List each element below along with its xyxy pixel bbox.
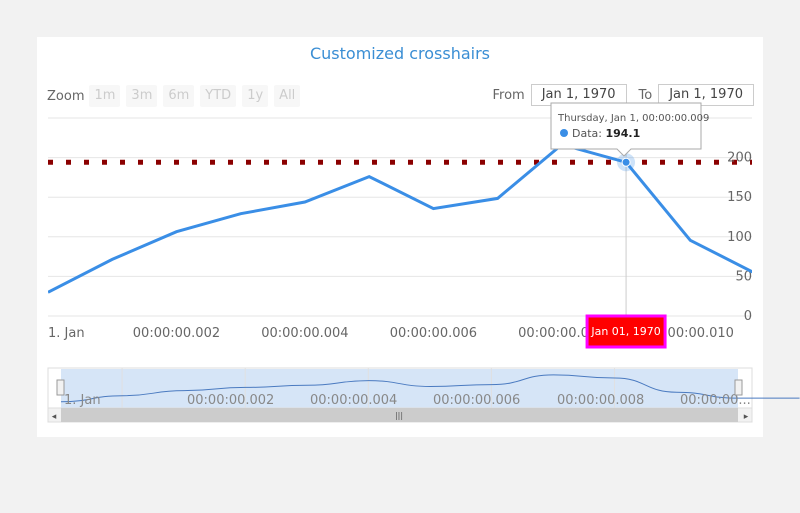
scrollbar-grip-icon: |||: [395, 411, 403, 420]
scroll-right-icon[interactable]: ▸: [744, 412, 749, 422]
svg-text:Data: 194.1: Data: 194.1: [572, 127, 640, 140]
data-point[interactable]: [621, 157, 631, 167]
tooltip: Thursday, Jan 1, 00:00:00.009 Data: 194.…: [550, 102, 709, 157]
y-tick-label: 0: [744, 309, 752, 324]
crosshair-label-text: Jan 01, 1970: [590, 325, 660, 338]
y-tick-label: 100: [727, 230, 752, 245]
x-tick-label: 00:00:00.006: [390, 326, 477, 341]
y-tick-label: 200: [727, 151, 752, 166]
tooltip-header: Thursday, Jan 1, 00:00:00.009: [557, 113, 709, 124]
tooltip-value: 194.1: [605, 127, 640, 140]
scroll-left-icon[interactable]: ◂: [52, 412, 57, 422]
navigator-right-handle[interactable]: [734, 379, 743, 396]
scrollbar[interactable]: ||| ◂ ▸: [47, 407, 753, 423]
x-tick-label: 00:00:00.002: [133, 326, 220, 341]
navigator-tick-label: 00:00:00.004: [310, 393, 397, 408]
navigator-tick-label: 1. Jan: [64, 393, 101, 408]
tooltip-series-name: Data: [572, 127, 598, 140]
y-tick-label: 150: [727, 190, 752, 205]
x-tick-label: 00:00:00.004: [261, 326, 348, 341]
navigator-left-handle[interactable]: [56, 379, 65, 396]
series-line: [48, 142, 752, 294]
chart-svg: 050100150200 1. Jan 00:00:00.002 00:00:00.…: [47, 102, 800, 423]
navigator-tick-label: 00:00:00.006: [433, 393, 520, 408]
navigator-tick-label: 00:00:00.002: [187, 393, 274, 408]
x-tick-label: 1. Jan: [48, 326, 85, 341]
crosshair-label: Jan 01, 1970: [585, 314, 667, 349]
navigator-tick-label: 00:00:00.008: [557, 393, 644, 408]
y-axis-labels: 050100150200: [727, 151, 752, 324]
tooltip-series-marker: [560, 129, 568, 137]
navigator[interactable]: 1. Jan 00:00:00.002 00:00:00.004 00:00:00.0…: [47, 367, 800, 409]
series-points: [617, 153, 636, 172]
